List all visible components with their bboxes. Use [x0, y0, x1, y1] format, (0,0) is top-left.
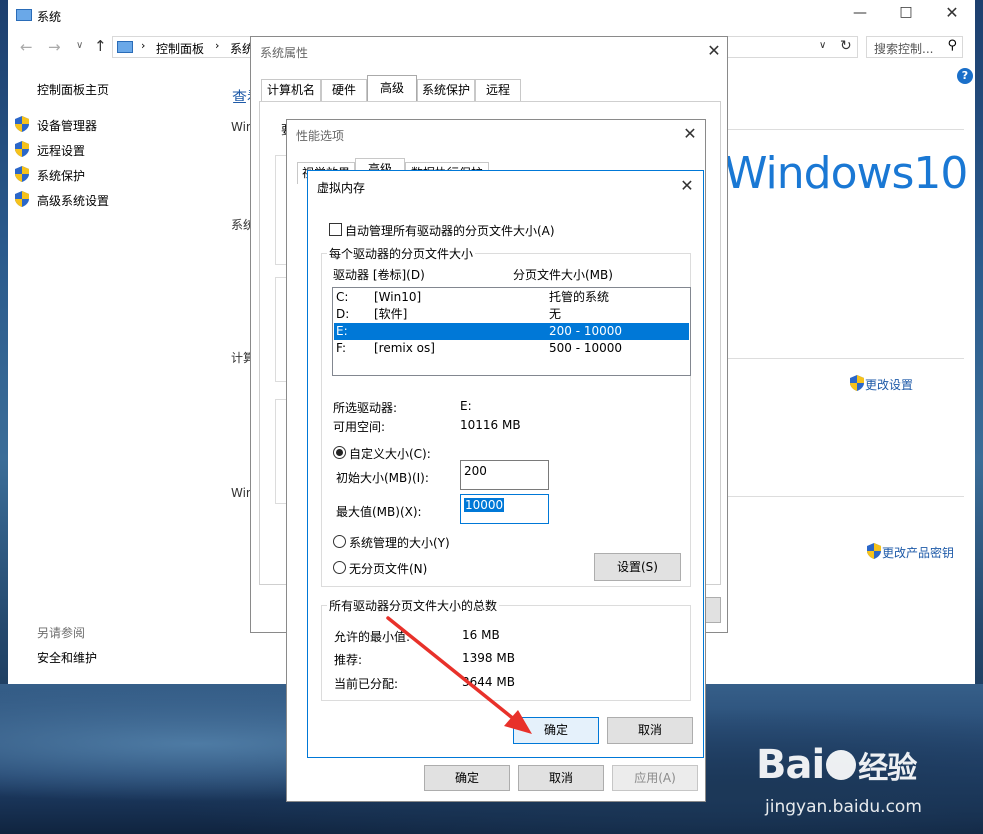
drive-size: 200 - 10000 [549, 324, 623, 338]
drive-row-e[interactable]: E: 200 - 10000 [334, 323, 689, 340]
paw-icon [826, 750, 857, 780]
search-placeholder: 搜索控制... [874, 42, 934, 56]
see-also-heading: 另请参阅 [37, 626, 86, 640]
change-settings-link[interactable]: 更改设置 [865, 376, 913, 393]
divider [728, 129, 964, 130]
maximize-button[interactable]: □ [891, 4, 921, 20]
breadcrumb-chevron-icon: › [141, 39, 146, 52]
dialog-title: 性能选项 [296, 129, 345, 143]
max-size-value: 10000 [464, 498, 505, 512]
drive-letter: D: [336, 307, 350, 321]
initial-size-label: 初始大小(MB)(I): [336, 471, 429, 485]
drive-letter: C: [336, 290, 349, 304]
search-input[interactable]: 搜索控制... ⚲ [866, 36, 963, 58]
max-size-label: 最大值(MB)(X): [336, 505, 422, 519]
shield-icon [15, 191, 29, 207]
breadcrumb-chevron-icon: › [215, 39, 220, 52]
no-paging-label[interactable]: 无分页文件(N) [349, 560, 427, 577]
sys-props-env-button-fragment [705, 597, 721, 623]
recommended-label: 推荐: [334, 653, 363, 667]
tab-remote[interactable]: 远程 [475, 79, 521, 101]
drive-letter: F: [336, 341, 347, 355]
set-button[interactable]: 设置(S) [594, 553, 681, 581]
tab-hardware[interactable]: 硬件 [321, 79, 367, 101]
divider [728, 496, 964, 497]
close-button[interactable]: ✕ [937, 3, 967, 22]
annotation-arrow [386, 616, 532, 734]
drive-label: [Win10] [374, 290, 422, 304]
shield-icon [15, 141, 29, 157]
column-drive-header: 驱动器 [卷标](D) [333, 268, 425, 282]
tab-system-protection[interactable]: 系统保护 [417, 79, 475, 101]
windows-logo-text: Windows10 [724, 148, 968, 199]
system-managed-label[interactable]: 系统管理的大小(Y) [349, 534, 450, 551]
refresh-icon[interactable]: ↻ [840, 38, 852, 54]
drive-row-f[interactable]: F: [remix os] 500 - 10000 [334, 340, 689, 357]
drive-size: 无 [549, 307, 562, 321]
shield-icon [15, 116, 29, 132]
tab-advanced[interactable]: 高级 [367, 75, 417, 101]
search-icon: ⚲ [947, 38, 957, 53]
window-title: 系统 [37, 10, 62, 24]
close-icon[interactable]: ✕ [680, 124, 700, 144]
sidebar-item-device-manager[interactable]: 设备管理器 [37, 117, 97, 134]
address-dropdown-icon[interactable]: ∨ [819, 40, 826, 51]
close-icon[interactable]: ✕ [704, 41, 724, 61]
sidebar-item-remote[interactable]: 远程设置 [37, 142, 85, 159]
column-size-header: 分页文件大小(MB) [513, 268, 613, 282]
drive-label: [软件] [374, 307, 408, 321]
breadcrumb-control-panel[interactable]: 控制面板 [156, 40, 204, 57]
sidebar-item-advanced[interactable]: 高级系统设置 [37, 192, 109, 209]
max-size-input[interactable]: 10000 [460, 494, 549, 524]
custom-size-label[interactable]: 自定义大小(C): [349, 445, 431, 462]
auto-manage-checkbox[interactable] [329, 223, 342, 236]
system-managed-radio[interactable] [333, 535, 346, 548]
baidu-brand-text: Bai [756, 742, 825, 788]
initial-size-value: 200 [464, 464, 487, 478]
baidu-watermark-url: jingyan.baidu.com [765, 797, 922, 817]
ok-button[interactable]: 确定 [424, 765, 510, 791]
control-panel-icon [117, 41, 133, 53]
drive-row-d[interactable]: D: [软件] 无 [334, 306, 689, 323]
no-paging-radio[interactable] [333, 561, 346, 574]
drive-size: 500 - 10000 [549, 341, 623, 355]
divider [728, 358, 964, 359]
free-space-value: 10116 MB [460, 418, 521, 432]
tab-computer-name[interactable]: 计算机名 [261, 79, 321, 101]
drive-size: 托管的系统 [549, 290, 610, 304]
auto-manage-label[interactable]: 自动管理所有驱动器的分页文件大小(A) [345, 222, 555, 239]
sidebar-home-link[interactable]: 控制面板主页 [37, 81, 109, 98]
change-product-key-link[interactable]: 更改产品密钥 [882, 544, 954, 561]
dialog-title: 系统属性 [260, 46, 309, 60]
custom-size-radio[interactable] [333, 446, 346, 459]
computer-icon [16, 9, 32, 21]
up-arrow-icon[interactable]: ↑ [94, 37, 107, 55]
cancel-button[interactable]: 取消 [518, 765, 604, 791]
free-space-label: 可用空间: [333, 420, 386, 434]
back-arrow-icon[interactable]: ← [20, 38, 33, 56]
per-drive-group-title: 每个驱动器的分页文件大小 [327, 245, 476, 262]
help-icon[interactable]: ? [957, 68, 973, 84]
initial-size-input[interactable]: 200 [460, 460, 549, 490]
recent-chevron-icon[interactable]: ∨ [76, 40, 83, 51]
close-icon[interactable]: ✕ [677, 176, 697, 196]
shield-icon [850, 375, 864, 391]
drive-letter: E: [336, 324, 348, 338]
forward-arrow-icon[interactable]: → [48, 38, 61, 56]
security-maintenance-link[interactable]: 安全和维护 [37, 649, 97, 666]
drive-list[interactable]: C: [Win10] 托管的系统 D: [软件] 无 E: 200 - 1000… [332, 287, 691, 376]
dialog-title: 虚拟内存 [317, 181, 366, 195]
shield-icon [867, 543, 881, 559]
drive-label: [remix os] [374, 341, 435, 355]
selected-drive-value: E: [460, 399, 472, 413]
apply-button[interactable]: 应用(A) [612, 765, 698, 791]
sidebar-item-protection[interactable]: 系统保护 [37, 167, 85, 184]
shield-icon [15, 166, 29, 182]
baidu-brand-text-2: 经验 [858, 751, 917, 786]
cancel-button[interactable]: 取消 [607, 717, 693, 744]
minimize-button[interactable]: — [845, 5, 875, 21]
selected-drive-label: 所选驱动器: [333, 401, 398, 415]
baidu-watermark-brand: Bai 经验 [756, 742, 917, 788]
drive-row-c[interactable]: C: [Win10] 托管的系统 [334, 289, 689, 306]
